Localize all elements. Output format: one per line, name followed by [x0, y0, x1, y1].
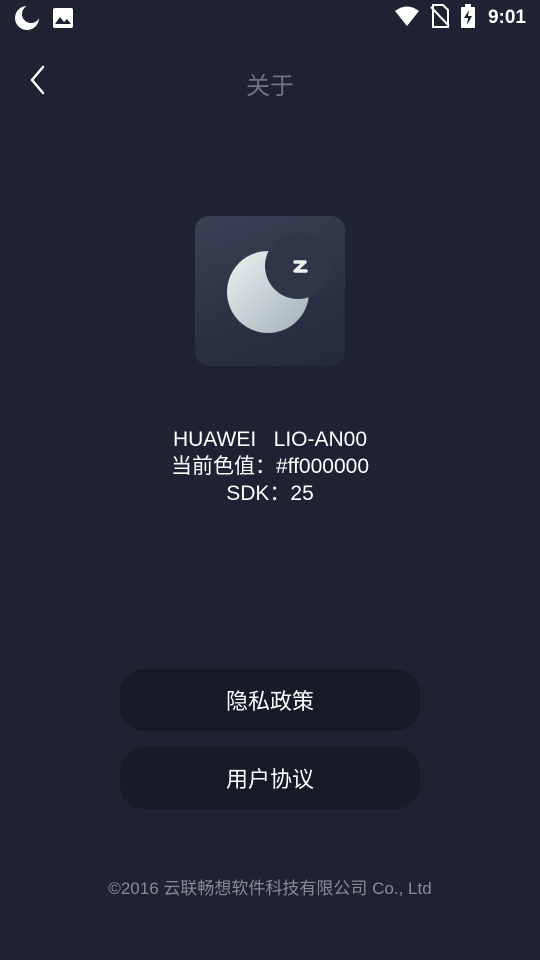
nav-bar: 关于: [0, 56, 540, 108]
moon-app-icon: [14, 5, 40, 35]
wifi-icon: [394, 5, 420, 31]
app-logo: [195, 216, 345, 366]
battery-charging-icon: [460, 4, 476, 32]
no-sim-icon: [430, 4, 450, 32]
current-color-value: 当前色值：#ff000000: [170, 455, 370, 478]
device-info: HUAWEI LIO-AN00 当前色值：#ff000000 SDK：25: [0, 426, 540, 507]
device-model: HUAWEI LIO-AN00: [172, 428, 368, 451]
status-bar: 9:01: [0, 0, 540, 36]
gallery-icon: [52, 7, 74, 33]
status-time: 9:01: [487, 7, 526, 28]
privacy-policy-button[interactable]: 隐私政策: [120, 669, 420, 731]
status-right-icons: 9:01: [394, 4, 526, 32]
copyright-text: ©2016 云联畅想软件科技有限公司 Co., Ltd: [108, 879, 432, 898]
user-agreement-button[interactable]: 用户协议: [120, 747, 420, 809]
status-left-icons: [14, 5, 74, 35]
sdk-version: SDK：25: [226, 482, 314, 505]
page-title: 关于: [246, 72, 294, 100]
